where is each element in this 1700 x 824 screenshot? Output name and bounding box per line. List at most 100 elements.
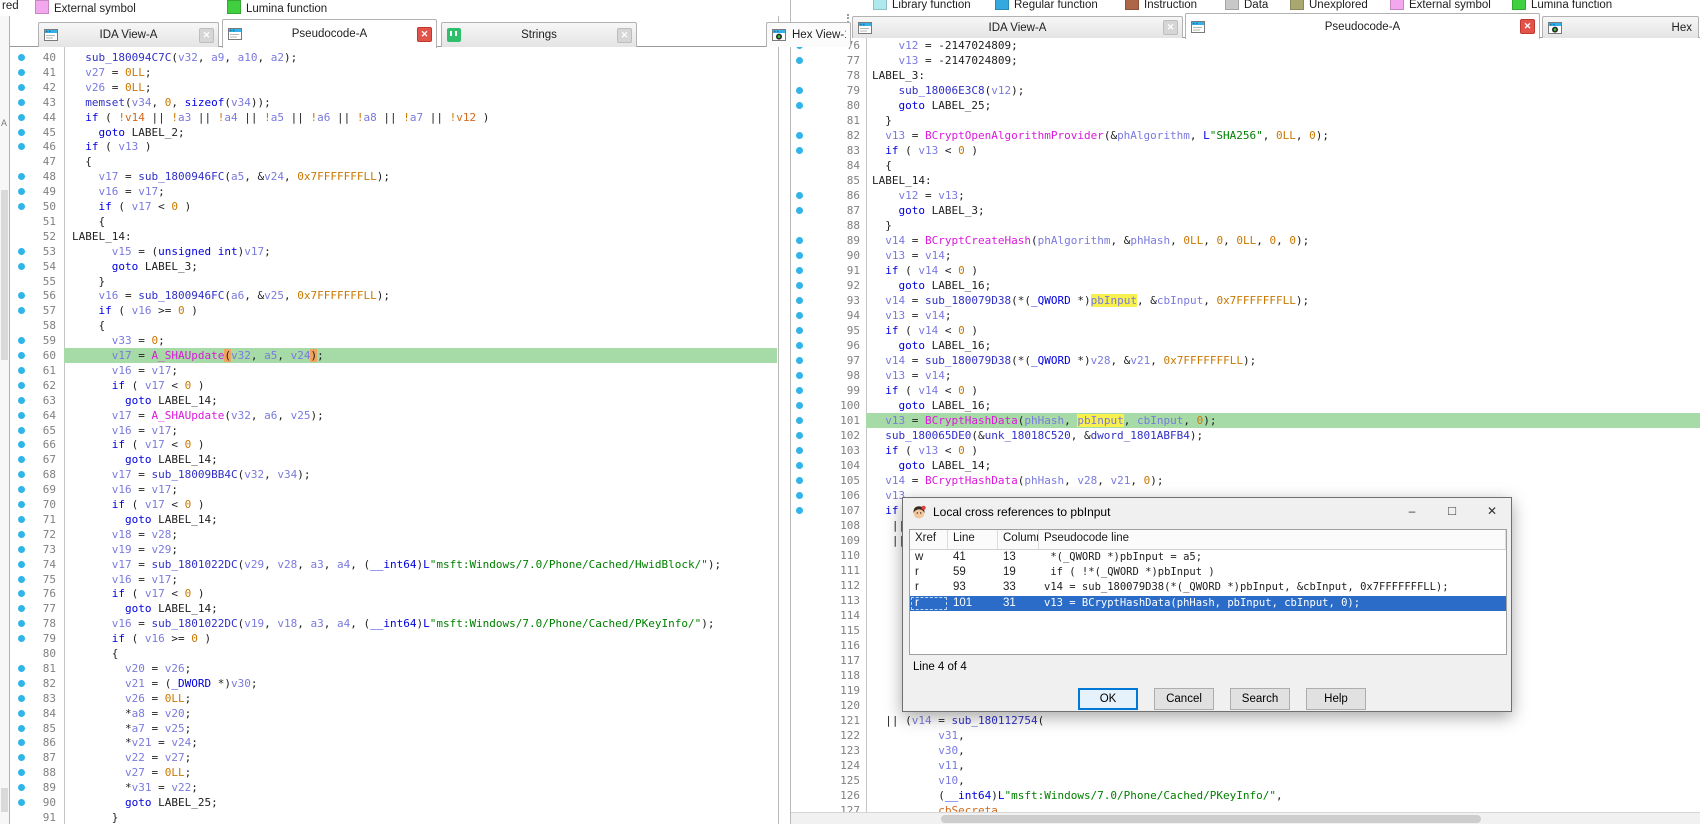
code-line-101[interactable]: 101 v13 = BCryptHashData(phHash, pbInput… <box>790 413 1700 428</box>
line-number: 109 <box>810 533 860 548</box>
xref-list[interactable]: XrefLineColumnPseudocode line w4113 *(_Q… <box>909 529 1507 655</box>
code-line-100[interactable]: 100 goto LABEL_16; <box>790 398 1700 413</box>
close-tab-icon[interactable] <box>1163 20 1178 35</box>
code-line-78[interactable]: 78LABEL_3: <box>790 68 1700 83</box>
minimize-button[interactable] <box>1399 501 1425 521</box>
code-text: v13 <box>872 488 905 503</box>
tab-ida-view-a[interactable]: IDA View-A <box>38 22 219 47</box>
code-line-92[interactable]: 92 goto LABEL_16; <box>790 278 1700 293</box>
close-button[interactable] <box>1479 501 1505 521</box>
code-line-94[interactable]: 94 v13 = v14; <box>790 308 1700 323</box>
code-line-99[interactable]: 99 if ( v14 < 0 ) <box>790 383 1700 398</box>
xref-row[interactable]: r9333v14 = sub_180079D38(*(_QWORD *)pbIn… <box>910 580 1506 595</box>
xref-row[interactable]: w4113 *(_QWORD *)pbInput = a5; <box>910 550 1506 565</box>
xref-row[interactable]: r5919 if ( !*(_QWORD *)pbInput ) <box>910 565 1506 580</box>
column-header-pseudocode-line[interactable]: Pseudocode line <box>1039 530 1506 549</box>
code-text: v12 = -2147024809; <box>872 38 1018 53</box>
line-marker-dot <box>796 447 803 454</box>
close-tab-icon[interactable] <box>199 28 214 43</box>
code-line-79[interactable]: 79 sub_18006E3C8(v12); <box>790 83 1700 98</box>
code-text: || (v14 = sub_180112754( <box>872 713 1044 728</box>
ida-view-icon <box>227 26 244 42</box>
search-button[interactable]: Search <box>1230 688 1290 710</box>
code-line-104[interactable]: 104 goto LABEL_14; <box>790 458 1700 473</box>
code-text: goto LABEL_25; <box>872 98 991 113</box>
line-number: 93 <box>810 293 860 308</box>
scrollbar-thumb[interactable] <box>1 788 8 812</box>
close-tab-icon[interactable] <box>417 27 432 42</box>
code-line-80[interactable]: 80 goto LABEL_25; <box>790 98 1700 113</box>
line-number: 88 <box>810 218 860 233</box>
code-line-105[interactable]: 105 v14 = BCryptHashData(phHash, v28, v2… <box>790 473 1700 488</box>
code-line-123[interactable]: 123 v30, <box>790 743 1700 758</box>
scrollbar-thumb[interactable] <box>941 815 1481 823</box>
tab-strings[interactable]: Strings <box>441 22 637 47</box>
tab-hex[interactable]: Hex <box>1542 16 1699 38</box>
help-button[interactable]: Help <box>1306 688 1366 710</box>
dialog-titlebar[interactable]: Local cross references to pbInput <box>903 498 1511 526</box>
line-marker-dot <box>796 192 803 199</box>
maximize-button[interactable] <box>1439 501 1465 521</box>
clipped-text-fragment: A <box>1 118 7 128</box>
left-edge-pane-sliver[interactable]: A <box>0 16 10 824</box>
code-line-122[interactable]: 122 v31, <box>790 728 1700 743</box>
column-header-xref[interactable]: Xref <box>910 530 948 549</box>
code-line-84[interactable]: 84 { <box>790 158 1700 173</box>
code-line-90[interactable]: 90 v13 = v14; <box>790 248 1700 263</box>
pseudocode-cell: v13 = BCryptHashData(phHash, pbInput, cb… <box>1039 596 1506 611</box>
dialog-title: Local cross references to pbInput <box>933 505 1110 519</box>
code-line-86[interactable]: 86 v12 = v13; <box>790 188 1700 203</box>
column-cell: 31 <box>998 596 1039 611</box>
code-line-88[interactable]: 88 } <box>790 218 1700 233</box>
code-line-96[interactable]: 96 goto LABEL_16; <box>790 338 1700 353</box>
tab-ida-view-a[interactable]: IDA View-A <box>852 16 1183 38</box>
line-cell: 41 <box>948 550 998 565</box>
code-line-95[interactable]: 95 if ( v14 < 0 ) <box>790 323 1700 338</box>
line-marker-dot <box>796 477 803 484</box>
code-text: sub_18006E3C8(v12); <box>872 83 1024 98</box>
code-line-93[interactable]: 93 v14 = sub_180079D38(*(_QWORD *)pbInpu… <box>790 293 1700 308</box>
code-line-126[interactable]: 126 (__int64)L"msft:Windows/7.0/Phone/Ca… <box>790 788 1700 803</box>
xref-row[interactable]: r10131v13 = BCryptHashData(phHash, pbInp… <box>910 596 1506 611</box>
code-line-87[interactable]: 87 goto LABEL_3; <box>790 203 1700 218</box>
ok-button[interactable]: OK <box>1078 688 1138 710</box>
line-number: 100 <box>810 398 860 413</box>
column-header-line[interactable]: Line <box>948 530 998 549</box>
code-line-91[interactable]: 91 if ( v14 < 0 ) <box>790 263 1700 278</box>
screenshot-root: red External symbolLumina function IDA V… <box>0 0 1700 824</box>
code-line-82[interactable]: 82 v13 = BCryptOpenAlgorithmProvider(&ph… <box>790 128 1700 143</box>
line-number: 83 <box>810 143 860 158</box>
code-line-83[interactable]: 83 if ( v13 < 0 ) <box>790 143 1700 158</box>
cancel-button[interactable]: Cancel <box>1154 688 1214 710</box>
line-number: 82 <box>810 128 860 143</box>
code-line-81[interactable]: 81 } <box>790 113 1700 128</box>
code-line-102[interactable]: 102 sub_180065DE0(&unk_18018C520, &dword… <box>790 428 1700 443</box>
code-line-98[interactable]: 98 v13 = v14; <box>790 368 1700 383</box>
code-line-103[interactable]: 103 if ( v13 < 0 ) <box>790 443 1700 458</box>
close-tab-icon[interactable] <box>1520 19 1535 34</box>
tab-label: Pseudocode-A <box>1207 21 1518 33</box>
code-text: v14 = sub_180079D38(*(_QWORD *)pbInput, … <box>872 293 1309 308</box>
line-number: 116 <box>810 638 860 653</box>
line-number: 111 <box>810 563 860 578</box>
code-text: v30, <box>872 743 965 758</box>
code-line-121[interactable]: 121 || (v14 = sub_180112754( <box>790 713 1700 728</box>
code-line-97[interactable]: 97 v14 = sub_180079D38(*(_QWORD *)v28, &… <box>790 353 1700 368</box>
scrollbar-thumb[interactable] <box>1 190 8 360</box>
horizontal-scrollbar[interactable] <box>791 812 1700 824</box>
code-line-76[interactable]: 76 v12 = -2147024809; <box>790 38 1700 53</box>
line-number: 84 <box>810 158 860 173</box>
line-number: 108 <box>810 518 860 533</box>
tab-hex-view-1[interactable]: Hex View-1 <box>766 22 851 47</box>
code-line-77[interactable]: 77 v13 = -2147024809; <box>790 53 1700 68</box>
column-header-column[interactable]: Column <box>998 530 1039 549</box>
code-line-124[interactable]: 124 v11, <box>790 758 1700 773</box>
code-line-85[interactable]: 85LABEL_14: <box>790 173 1700 188</box>
tab-pseudocode-a[interactable]: Pseudocode-A <box>1185 13 1540 39</box>
code-text: || <box>872 533 905 548</box>
tab-pseudocode-a[interactable]: Pseudocode-A <box>222 19 437 48</box>
close-tab-icon[interactable] <box>617 28 632 43</box>
code-line-125[interactable]: 125 v10, <box>790 773 1700 788</box>
tab-label: IDA View-A <box>60 29 197 41</box>
code-line-89[interactable]: 89 v14 = BCryptCreateHash(phAlgorithm, &… <box>790 233 1700 248</box>
